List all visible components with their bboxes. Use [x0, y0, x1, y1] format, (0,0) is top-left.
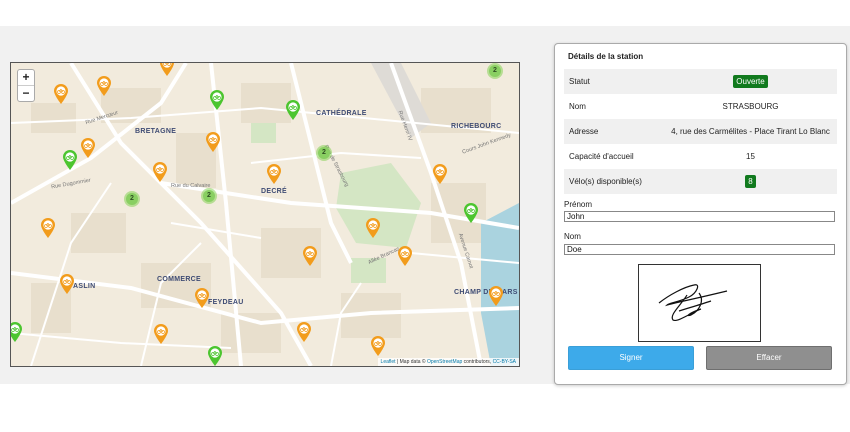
panel-title: Détails de la station: [568, 52, 644, 61]
address-value: 4, rue des Carmélites - Place Tirant Lo …: [671, 127, 830, 136]
signature-drawing: [658, 284, 728, 322]
station-marker-low[interactable]: [370, 335, 386, 357]
osm-link[interactable]: OpenStreetMap: [427, 359, 462, 365]
station-marker-low[interactable]: [194, 287, 210, 309]
station-marker-low[interactable]: [153, 323, 169, 345]
bike-marker-icon: [303, 246, 317, 266]
station-marker-available[interactable]: [463, 202, 479, 224]
station-cluster[interactable]: 2: [487, 63, 503, 79]
bike-marker-icon: [153, 162, 167, 182]
bike-marker-icon: [60, 274, 74, 294]
station-name-value: STRASBOURG: [722, 102, 779, 111]
bike-marker-icon: [297, 322, 311, 342]
map-tiles: [11, 63, 519, 366]
table-row: Statut Ouverte: [564, 69, 837, 94]
row-label: Adresse: [569, 127, 599, 136]
station-details-table: Statut Ouverte Nom STRASBOURG Adresse 4,…: [564, 69, 837, 194]
nom-label: Nom: [564, 232, 581, 241]
station-marker-available[interactable]: [209, 89, 225, 111]
bike-marker-icon: [489, 286, 503, 306]
bike-marker-icon: [398, 246, 412, 266]
station-marker-available[interactable]: [62, 149, 78, 171]
prenom-label: Prénom: [564, 200, 593, 209]
station-marker-available[interactable]: [11, 321, 23, 343]
station-marker-low[interactable]: [302, 245, 318, 267]
nom-input[interactable]: [564, 244, 835, 255]
bike-marker-icon: [208, 346, 222, 366]
bike-marker-icon: [206, 132, 220, 152]
clear-button[interactable]: Effacer: [706, 346, 832, 370]
district-label: CHAMP DE MARS: [454, 289, 518, 296]
station-marker-low[interactable]: [296, 321, 312, 343]
bike-marker-icon: [195, 288, 209, 308]
table-row: Vélo(s) disponible(s) 8: [564, 169, 837, 194]
district-label: DECRÉ: [261, 188, 288, 195]
station-marker-low[interactable]: [365, 217, 381, 239]
zoom-control: + −: [17, 69, 35, 102]
station-details-panel: Détails de la station Statut Ouverte Nom…: [554, 43, 847, 385]
station-marker-low[interactable]: [59, 273, 75, 295]
bike-marker-icon: [41, 218, 55, 238]
row-label: Capacité d'accueil: [569, 152, 634, 161]
bike-marker-icon: [97, 76, 111, 96]
bike-marker-icon: [464, 203, 478, 223]
bike-marker-icon: [54, 84, 68, 104]
district-label: BRETAGNE: [135, 128, 177, 135]
map-attribution: Leaflet | Map data © OpenStreetMap contr…: [377, 358, 519, 366]
table-row: Capacité d'accueil 15: [564, 144, 837, 169]
station-marker-available[interactable]: [285, 99, 301, 121]
station-marker-low[interactable]: [397, 245, 413, 267]
signature-canvas[interactable]: [638, 264, 761, 342]
prenom-input[interactable]: [564, 211, 835, 222]
station-marker-low[interactable]: [266, 163, 282, 185]
bike-marker-icon: [11, 322, 22, 342]
row-label: Nom: [569, 102, 586, 111]
station-marker-low[interactable]: [488, 285, 504, 307]
station-marker-low[interactable]: [53, 83, 69, 105]
district-label: ASLIN: [73, 283, 96, 290]
station-marker-low[interactable]: [432, 163, 448, 185]
row-label: Statut: [569, 77, 590, 86]
table-row: Adresse 4, rue des Carmélites - Place Ti…: [564, 119, 837, 144]
district-label: COMMERCE: [157, 276, 202, 283]
leaflet-link[interactable]: Leaflet: [381, 359, 396, 365]
zoom-in-button[interactable]: +: [18, 70, 34, 85]
station-marker-low[interactable]: [40, 217, 56, 239]
sign-button[interactable]: Signer: [568, 346, 694, 370]
zoom-out-button[interactable]: −: [18, 85, 34, 101]
station-cluster[interactable]: 2: [124, 191, 140, 207]
station-marker-low[interactable]: [159, 63, 175, 77]
license-link[interactable]: CC-BY-SA: [493, 359, 516, 365]
station-marker-low[interactable]: [96, 75, 112, 97]
station-map[interactable]: + − BRETAGNE CATHÉDRALE RICHEBOURC DECRÉ…: [10, 62, 520, 367]
station-cluster[interactable]: 2: [201, 188, 217, 204]
row-label: Vélo(s) disponible(s): [569, 177, 642, 186]
bike-marker-icon: [286, 100, 300, 120]
district-label: RICHEBOURC: [451, 123, 502, 130]
district-label: FEYDEAU: [208, 299, 244, 306]
capacity-value: 15: [746, 152, 755, 161]
bike-marker-icon: [63, 150, 77, 170]
station-cluster[interactable]: 2: [316, 145, 332, 161]
bike-marker-icon: [366, 218, 380, 238]
available-bikes-badge: 8: [745, 175, 756, 188]
bike-marker-icon: [154, 324, 168, 344]
station-marker-available[interactable]: [207, 345, 223, 366]
status-badge: Ouverte: [733, 75, 768, 88]
station-marker-low[interactable]: [80, 137, 96, 159]
table-row: Nom STRASBOURG: [564, 94, 837, 119]
bike-marker-icon: [371, 336, 385, 356]
bike-marker-icon: [160, 63, 174, 76]
bike-marker-icon: [210, 90, 224, 110]
station-marker-low[interactable]: [205, 131, 221, 153]
bike-marker-icon: [267, 164, 281, 184]
station-marker-low[interactable]: [152, 161, 168, 183]
bike-marker-icon: [433, 164, 447, 184]
district-label: CATHÉDRALE: [316, 110, 367, 117]
bike-marker-icon: [81, 138, 95, 158]
